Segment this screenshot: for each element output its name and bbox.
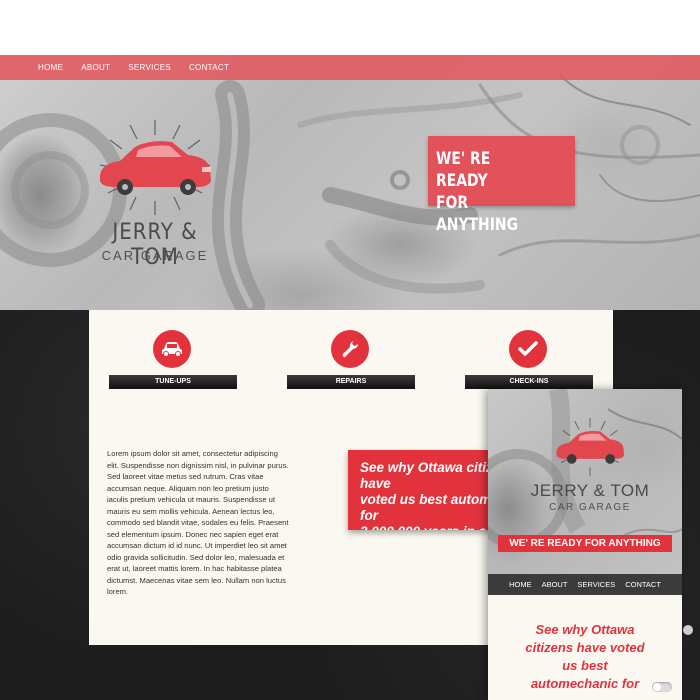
mobile-toggle-switch[interactable]	[652, 682, 672, 692]
body-paragraph: Lorem ipsum dolor sit amet, consectetur …	[107, 449, 289, 596]
service-tune-ups[interactable]: TUNE-UPS	[109, 330, 237, 390]
mobile-logo-title: JERRY & TOM	[530, 481, 650, 500]
mobile-navigation: HOME ABOUT SERVICES CONTACT	[488, 574, 682, 595]
mobile-nav-about[interactable]: ABOUT	[542, 580, 568, 589]
mobile-testimonial: See why Ottawa citizens have voted us be…	[525, 622, 645, 691]
checkmark-icon	[509, 330, 547, 368]
mobile-tagline: WE' RE READY FOR ANYTHING	[498, 535, 672, 552]
service-label: CHECK-INS	[465, 375, 593, 389]
service-label: TUNE-UPS	[109, 375, 237, 389]
car-logo-icon	[99, 120, 211, 215]
mobile-hero: JERRY & TOM CAR GARAGE WE' RE READY FOR …	[488, 389, 682, 574]
nav-item-home[interactable]: HOME	[38, 63, 63, 72]
top-navigation: HOME ABOUT SERVICES CONTACT	[0, 55, 700, 80]
mobile-mockup: JERRY & TOM CAR GARAGE WE' RE READY FOR …	[488, 389, 682, 700]
wrench-icon	[331, 330, 369, 368]
mobile-logo-subtitle: CAR GARAGE	[549, 502, 631, 513]
logo-subtitle: CAR GARAGE	[101, 248, 209, 263]
garage-logo[interactable]: JERRY & TOM CAR GARAGE	[90, 115, 220, 275]
car-icon	[153, 330, 191, 368]
car-logo-icon	[556, 418, 625, 476]
scroll-indicator	[683, 625, 693, 635]
nav-item-contact[interactable]: CONTACT	[189, 63, 229, 72]
nav-item-services[interactable]: SERVICES	[128, 63, 171, 72]
service-check-ins[interactable]: CHECK-INS	[465, 330, 593, 390]
hero-tagline: WE' RE READY FOR ANYTHING	[436, 149, 519, 235]
hero-banner: HOME ABOUT SERVICES CONTACT JERRY & TOM …	[0, 55, 700, 310]
mobile-nav-services[interactable]: SERVICES	[577, 580, 615, 589]
mobile-nav-home[interactable]: HOME	[509, 580, 532, 589]
service-label: REPAIRS	[287, 375, 415, 389]
service-repairs[interactable]: REPAIRS	[287, 330, 415, 390]
hero-tagline-box: WE' RE READY FOR ANYTHING	[428, 136, 575, 235]
mobile-nav-contact[interactable]: CONTACT	[625, 580, 661, 589]
nav-item-about[interactable]: ABOUT	[81, 63, 110, 72]
